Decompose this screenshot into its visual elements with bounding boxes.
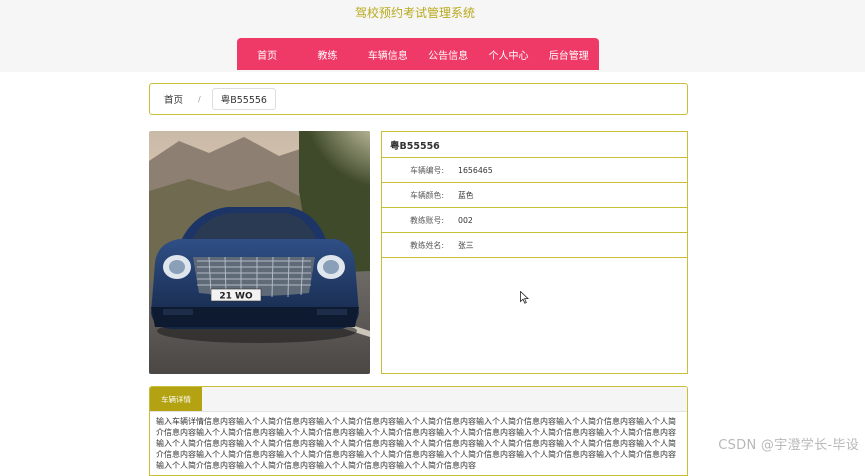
nav-item-vehicle-info[interactable]: 车辆信息 [358, 38, 418, 70]
nav-item-admin[interactable]: 后台管理 [539, 38, 599, 70]
info-label: 车辆编号: [410, 165, 444, 175]
details-content: 输入车辆详情信息内容输入个人简介信息内容输入个人简介信息内容输入个人简介信息内容… [156, 417, 676, 470]
nav-item-profile[interactable]: 个人中心 [478, 38, 538, 70]
breadcrumb-separator: / [198, 94, 201, 104]
vehicle-plate-title: 粤B55556 [382, 132, 687, 158]
license-plate-text: 21 WO [219, 292, 253, 302]
info-label: 教练账号: [410, 215, 444, 225]
csdn-watermark: CSDN @宇澄学长-毕设 [718, 438, 859, 453]
details-tab-bar: 车辆详情 [150, 387, 687, 412]
mouse-cursor-icon [520, 291, 529, 304]
info-row-vehicle-color: 车辆颜色: 蓝色 [382, 183, 687, 208]
tab-vehicle-details[interactable]: 车辆详情 [150, 387, 202, 411]
info-label: 车辆颜色: [410, 190, 444, 200]
info-row-vehicle-number: 车辆编号: 1656465 [382, 158, 687, 183]
breadcrumb-current: 粤B55556 [211, 88, 276, 110]
nav-item-coach[interactable]: 教练 [297, 38, 357, 70]
site-title: 驾校预约考试管理系统 [354, 6, 475, 20]
vehicle-info-panel: 粤B55556 车辆编号: 1656465 车辆颜色: 蓝色 教练账号: 002… [381, 131, 688, 374]
breadcrumb: 首页 / 粤B55556 [149, 83, 688, 115]
info-value: 1656465 [458, 165, 493, 175]
info-value: 002 [458, 215, 473, 225]
vehicle-details-section: 车辆详情 输入车辆详情信息内容输入个人简介信息内容输入个人简介信息内容输入个人简… [149, 386, 688, 476]
info-row-coach-name: 教练姓名: 张三 [382, 233, 687, 258]
info-label: 教练姓名: [410, 240, 444, 250]
nav-item-home[interactable]: 首页 [237, 38, 297, 70]
main-nav: 首页 教练 车辆信息 公告信息 个人中心 后台管理 [237, 38, 599, 70]
info-value: 张三 [458, 240, 474, 250]
nav-item-announcements[interactable]: 公告信息 [418, 38, 478, 70]
vehicle-photo: 21 WO [149, 131, 370, 374]
info-value: 蓝色 [458, 190, 474, 200]
breadcrumb-home-link[interactable]: 首页 [164, 92, 183, 106]
info-row-coach-account: 教练账号: 002 [382, 208, 687, 233]
